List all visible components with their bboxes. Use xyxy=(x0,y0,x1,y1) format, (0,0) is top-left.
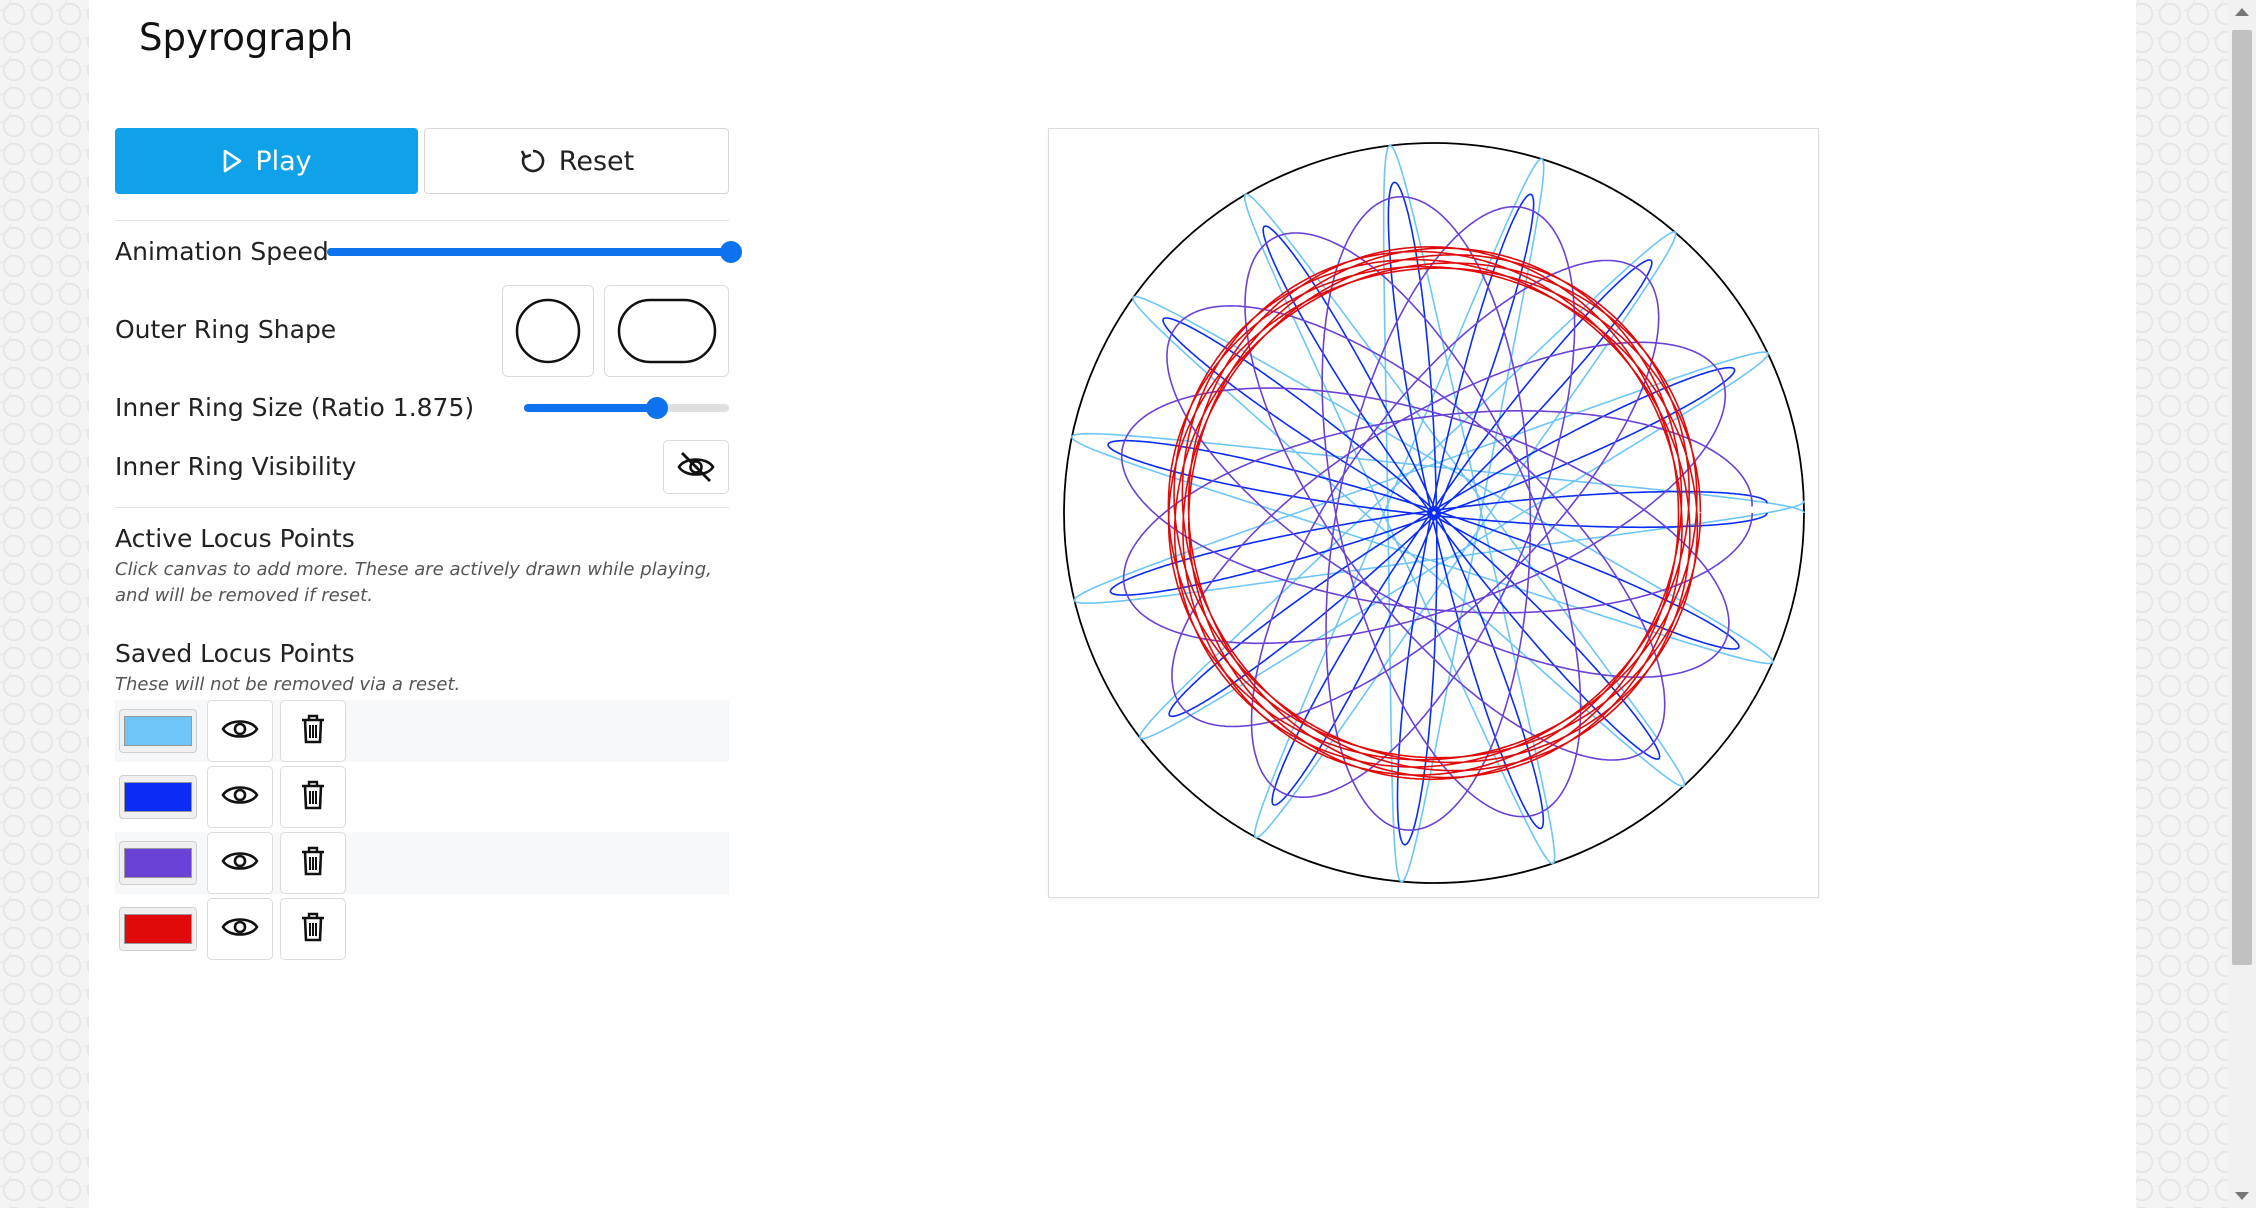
saved-locus-row xyxy=(115,832,729,894)
color-picker[interactable] xyxy=(119,907,197,951)
eye-icon xyxy=(221,913,259,945)
toggle-visibility-button[interactable] xyxy=(207,700,273,762)
toggle-visibility-button[interactable] xyxy=(207,898,273,960)
trash-icon xyxy=(299,911,327,947)
color-picker[interactable] xyxy=(119,775,197,819)
delete-locus-button[interactable] xyxy=(280,766,346,828)
reset-icon xyxy=(519,147,547,175)
spyrograph-canvas[interactable] xyxy=(1048,128,1819,898)
divider xyxy=(115,507,729,508)
delete-locus-button[interactable] xyxy=(280,700,346,762)
active-note: Click canvas to add more. These are acti… xyxy=(115,559,712,606)
speed-slider[interactable] xyxy=(327,232,742,272)
reset-label: Reset xyxy=(558,145,635,177)
stadium-shape-button[interactable] xyxy=(604,285,729,377)
page-title: Spyrograph xyxy=(139,16,354,59)
slider-fill xyxy=(327,248,731,256)
locus-curve xyxy=(1167,246,1702,781)
play-button[interactable]: Play xyxy=(115,128,418,194)
eye-off-icon xyxy=(677,452,715,482)
eye-icon xyxy=(221,781,259,813)
color-swatch[interactable] xyxy=(124,782,192,812)
color-swatch[interactable] xyxy=(124,914,192,944)
color-swatch[interactable] xyxy=(124,716,192,746)
stadium-icon xyxy=(617,298,716,364)
locus-curve xyxy=(1107,181,1768,846)
saved-heading: Saved Locus Points xyxy=(115,639,355,668)
shape-label: Outer Ring Shape xyxy=(115,315,337,344)
saved-locus-row xyxy=(115,898,729,960)
scroll-down-arrow-icon[interactable] xyxy=(2235,1192,2249,1200)
page-container: Spyrograph Play Reset Animation Speed Ou… xyxy=(89,0,2136,1208)
saved-note: These will not be removed via a reset. xyxy=(115,674,461,695)
inner-size-label: Inner Ring Size (Ratio 1.875) xyxy=(115,393,475,422)
play-label: Play xyxy=(255,145,312,177)
speed-label: Animation Speed xyxy=(115,237,329,266)
trash-icon xyxy=(299,845,327,881)
scroll-up-arrow-icon[interactable] xyxy=(2235,8,2249,16)
delete-locus-button[interactable] xyxy=(280,832,346,894)
slider-thumb[interactable] xyxy=(720,241,742,263)
color-swatch[interactable] xyxy=(124,848,192,878)
page-scrollbar[interactable] xyxy=(2228,0,2256,1208)
divider xyxy=(115,220,729,221)
play-icon xyxy=(221,149,243,173)
saved-locus-row xyxy=(115,700,729,762)
slider-thumb[interactable] xyxy=(646,397,669,419)
trash-icon xyxy=(299,779,327,815)
delete-locus-button[interactable] xyxy=(280,898,346,960)
circle-icon xyxy=(515,298,581,364)
color-picker[interactable] xyxy=(119,841,197,885)
eye-icon xyxy=(221,715,259,747)
reset-button[interactable]: Reset xyxy=(424,128,729,194)
slider-fill xyxy=(524,404,658,412)
trash-icon xyxy=(299,713,327,749)
circle-shape-button[interactable] xyxy=(502,285,594,377)
active-heading: Active Locus Points xyxy=(115,524,355,553)
scrollbar-thumb[interactable] xyxy=(2232,30,2252,965)
toggle-visibility-button[interactable] xyxy=(207,766,273,828)
visibility-label: Inner Ring Visibility xyxy=(115,452,357,481)
color-picker[interactable] xyxy=(119,709,197,753)
toggle-visibility-button[interactable] xyxy=(207,832,273,894)
inner-size-slider[interactable] xyxy=(524,388,729,428)
saved-locus-row xyxy=(115,766,729,828)
eye-icon xyxy=(221,847,259,879)
visibility-toggle-button[interactable] xyxy=(663,440,729,494)
spyrograph-drawing[interactable] xyxy=(1049,129,1818,897)
